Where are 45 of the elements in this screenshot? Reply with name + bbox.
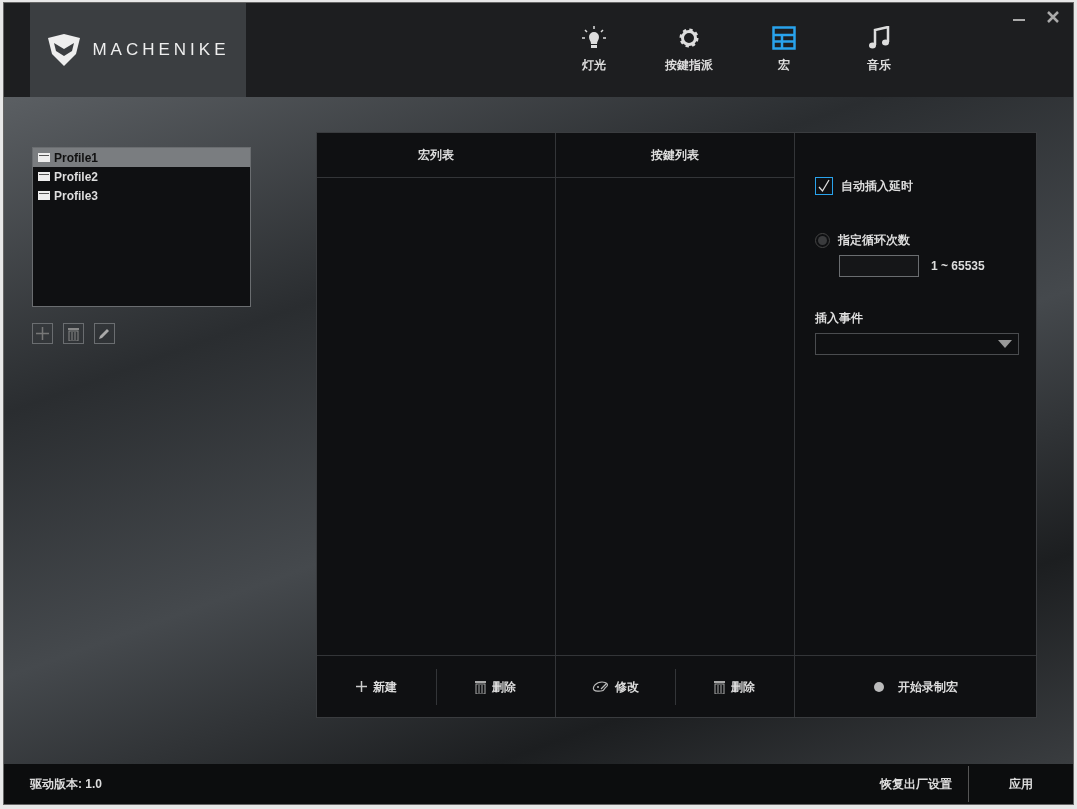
- nav-tab[interactable]: 音乐: [831, 3, 926, 97]
- logo-text: MACHENIKE: [92, 39, 230, 62]
- edit-button[interactable]: 修改: [556, 668, 675, 705]
- range-text: 1 ~ 65535: [931, 258, 985, 275]
- record-macro-button[interactable]: 开始录制宏: [795, 668, 1036, 705]
- insert-event-dropdown[interactable]: [815, 333, 1019, 355]
- close-icon[interactable]: [1047, 11, 1059, 23]
- profile-item[interactable]: Profile3: [33, 186, 250, 205]
- version-text: 驱动版本: 1.0: [30, 776, 102, 793]
- palette-icon: [591, 681, 609, 692]
- loop-count-field[interactable]: [839, 255, 919, 277]
- trash-icon: [475, 679, 487, 694]
- plus-icon: [355, 681, 367, 692]
- light-bulb-icon: [581, 26, 606, 50]
- grid-icon: [771, 26, 796, 50]
- logo-icon: [46, 34, 83, 66]
- factory-reset-button[interactable]: 恢复出厂设置: [864, 764, 968, 804]
- insert-event-label: 插入事件: [815, 310, 864, 327]
- new-button[interactable]: 新建: [317, 668, 436, 705]
- plus-icon: [36, 327, 49, 340]
- edit-button[interactable]: [94, 323, 115, 344]
- trash-icon: [68, 326, 79, 341]
- pencil-icon: [98, 327, 111, 340]
- delete-button[interactable]: 删除: [675, 668, 794, 705]
- folder-icon: [38, 191, 50, 200]
- auto-delay-label: 自动插入延时: [841, 178, 913, 195]
- column-header: 宏列表: [418, 147, 454, 164]
- delete-button[interactable]: 删除: [436, 668, 555, 705]
- nav-tab[interactable]: 宏: [736, 3, 831, 97]
- folder-icon: [38, 153, 50, 162]
- profile-item[interactable]: Profile2: [33, 167, 250, 186]
- folder-icon: [38, 172, 50, 181]
- delete-button[interactable]: [63, 323, 84, 344]
- music-note-icon: [866, 26, 891, 50]
- nav-tab[interactable]: 灯光: [546, 3, 641, 97]
- record-dot-icon: [873, 681, 884, 692]
- trash-icon: [714, 679, 726, 694]
- dropdown-arrow-icon: [998, 340, 1012, 348]
- add-button[interactable]: [32, 323, 53, 344]
- column-header: 按鍵列表: [651, 147, 699, 164]
- profile-item[interactable]: Profile1: [33, 148, 250, 167]
- apply-button[interactable]: 应用: [969, 764, 1073, 804]
- loop-count-label: 指定循环次数: [838, 232, 910, 249]
- auto-delay-checkbox[interactable]: [815, 177, 833, 195]
- nav-tab[interactable]: 按鍵指派: [641, 3, 736, 97]
